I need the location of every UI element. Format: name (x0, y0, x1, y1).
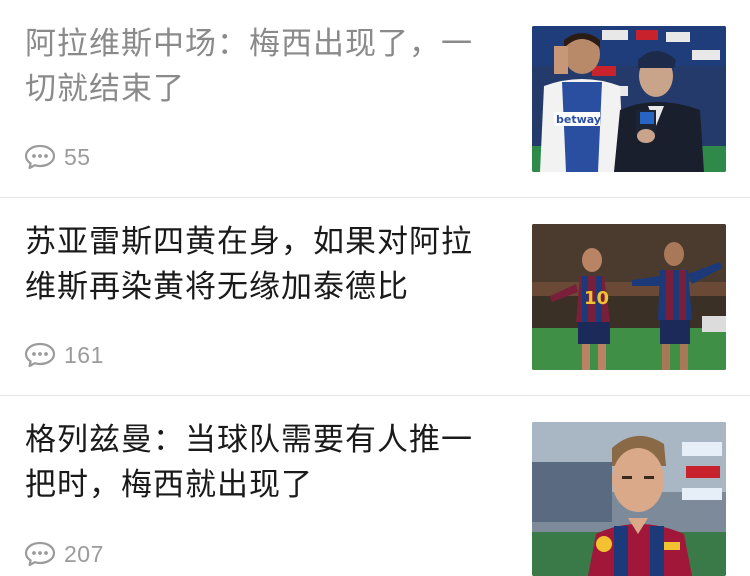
comment-bubble-icon (24, 342, 56, 368)
goal-celebration-photo[interactable]: 10 (532, 224, 726, 370)
news-meta: 55 (24, 143, 91, 171)
svg-text:betway: betway (556, 113, 601, 126)
news-item[interactable]: 苏亚雷斯四黄在身，如果对阿拉 维斯再染黄将无缘加泰德比 161 10 (0, 198, 750, 396)
post-match-interview-photo[interactable]: betway (532, 26, 726, 172)
player-portrait-photo[interactable] (532, 422, 726, 576)
headline-line: 格列兹曼：当球队需要有人推一 (25, 422, 473, 458)
comment-count: 55 (64, 143, 91, 170)
svg-text:10: 10 (584, 288, 609, 309)
headline-line: 把时，梅西就出现了 (25, 467, 313, 503)
headline-line: 切就结束了 (25, 71, 185, 107)
news-meta: 207 (24, 540, 104, 568)
comment-bubble-icon (24, 144, 56, 170)
comment-count: 207 (64, 540, 104, 567)
news-item[interactable]: 阿拉维斯中场：梅西出现了，一 切就结束了 55 betway (0, 0, 750, 198)
news-feed: 阿拉维斯中场：梅西出现了，一 切就结束了 55 betway 苏亚雷斯四黄在身，… (0, 0, 750, 576)
news-headline[interactable]: 格列兹曼：当球队需要有人推一 把时，梅西就出现了 (25, 418, 515, 508)
news-headline[interactable]: 阿拉维斯中场：梅西出现了，一 切就结束了 (25, 22, 515, 112)
comment-bubble-icon (24, 541, 56, 567)
headline-line: 阿拉维斯中场：梅西出现了，一 (25, 26, 473, 62)
headline-line: 苏亚雷斯四黄在身，如果对阿拉 (25, 224, 473, 260)
news-meta: 161 (24, 341, 104, 369)
news-item[interactable]: 格列兹曼：当球队需要有人推一 把时，梅西就出现了 207 (0, 396, 750, 576)
headline-line: 维斯再染黄将无缘加泰德比 (25, 269, 409, 305)
news-headline[interactable]: 苏亚雷斯四黄在身，如果对阿拉 维斯再染黄将无缘加泰德比 (25, 220, 515, 310)
comment-count: 161 (64, 341, 104, 368)
